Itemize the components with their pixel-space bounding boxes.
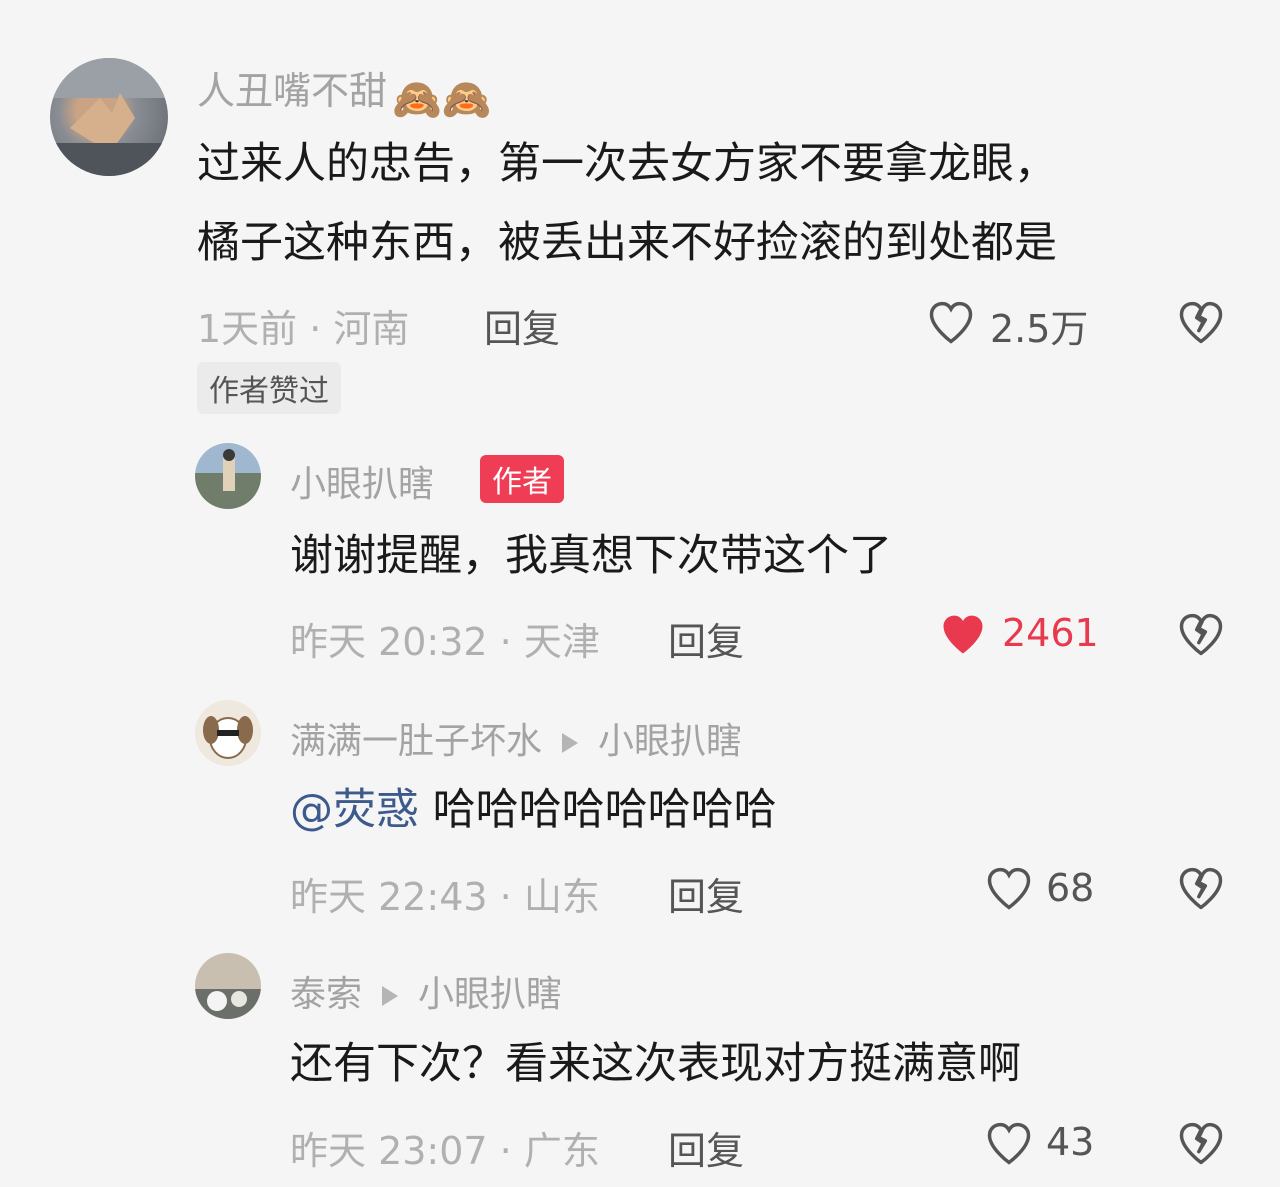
broken-heart-icon[interactable] (1175, 296, 1227, 348)
username[interactable]: 人丑嘴不甜 (197, 69, 387, 113)
like-count: 43 (1046, 1120, 1095, 1164)
avatar[interactable] (195, 700, 261, 766)
avatar[interactable] (195, 953, 261, 1019)
avatar-image (50, 58, 168, 176)
like-count: 2461 (1002, 611, 1099, 655)
reply-button[interactable]: 回复 (484, 298, 560, 353)
reply-to-username[interactable]: 小眼扒瞎 (598, 721, 742, 762)
broken-heart-icon[interactable] (1175, 862, 1227, 914)
broken-heart-icon[interactable] (1175, 608, 1227, 660)
avatar[interactable] (50, 58, 168, 176)
monkey-emoji: 🙈🙈 (392, 77, 492, 123)
like-count: 68 (1046, 866, 1095, 910)
reply-button[interactable]: 回复 (668, 1120, 744, 1175)
time-location: 昨天 22:43 · 山东 (290, 875, 600, 919)
username[interactable]: 满满一肚子坏水 (290, 721, 542, 762)
author-badge: 作者 (480, 455, 564, 503)
comment-text: @荧惑 哈哈哈哈哈哈哈哈 (290, 770, 777, 850)
reply-button[interactable]: 回复 (668, 611, 744, 666)
reply-header: 泰索 小眼扒瞎 (290, 965, 562, 1017)
reply-arrow-icon (382, 986, 399, 1006)
avatar-image (195, 443, 261, 509)
comment-text: 谢谢提醒，我真想下次带这个了 (290, 531, 892, 581)
heart-outline-icon[interactable] (983, 862, 1035, 914)
heart-outline-icon[interactable] (925, 296, 977, 348)
comment-text-line: 过来人的忠告，第一次去女方家不要拿龙眼， (197, 139, 1057, 189)
comment-text-line: 橘子这种东西，被丢出来不好捡滚的到处都是 (197, 218, 1057, 268)
avatar-image (195, 700, 261, 766)
mention-link[interactable]: @荧惑 (290, 785, 419, 835)
username[interactable]: 泰索 (290, 974, 362, 1015)
heart-outline-icon[interactable] (983, 1117, 1035, 1169)
reply-to-username[interactable]: 小眼扒瞎 (418, 974, 562, 1015)
like-count: 2.5万 (990, 307, 1089, 351)
avatar-image (195, 953, 261, 1019)
comment-header: 人丑嘴不甜 🙈🙈 (197, 60, 492, 123)
username[interactable]: 小眼扒瞎 (290, 455, 434, 507)
time-location: 昨天 20:32 · 天津 (290, 620, 600, 664)
time-location: 1天前 · 河南 (197, 307, 410, 351)
liked-by-author-badge: 作者赞过 (197, 362, 341, 414)
avatar[interactable] (195, 443, 261, 509)
reply-arrow-icon (562, 733, 579, 753)
comment-body: 哈哈哈哈哈哈哈哈 (432, 785, 777, 835)
comment-text: 还有下次？看来这次表现对方挺满意啊 (290, 1039, 1021, 1089)
reply-button[interactable]: 回复 (668, 866, 744, 921)
time-location: 昨天 23:07 · 广东 (290, 1129, 600, 1173)
broken-heart-icon[interactable] (1175, 1117, 1227, 1169)
reply-header: 满满一肚子坏水 小眼扒瞎 (290, 712, 742, 764)
heart-filled-icon[interactable] (937, 608, 989, 660)
